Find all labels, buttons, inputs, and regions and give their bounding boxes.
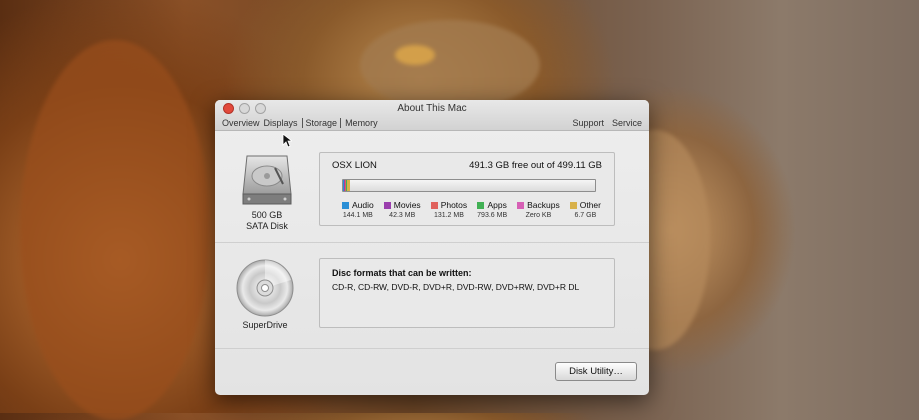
- wallpaper-shape: [395, 45, 435, 65]
- disc-formats-title: Disc formats that can be written:: [332, 268, 472, 278]
- legend-swatch: [383, 201, 391, 209]
- legend-label: Apps: [487, 200, 507, 210]
- legend-item-other: Other 6.7 GB: [569, 200, 601, 219]
- legend-swatch: [517, 201, 525, 209]
- legend-size: 144.1 MB: [342, 212, 373, 219]
- legend-swatch: [477, 201, 485, 209]
- volume-name: OSX LION: [332, 160, 377, 171]
- legend-size: 6.7 GB: [574, 212, 597, 219]
- legend-label: Audio: [352, 200, 374, 210]
- legend-size: Zero KB: [525, 212, 552, 219]
- volume-panel: OSX LION 491.3 GB free out of 499.11 GB …: [319, 152, 615, 226]
- legend-item-apps: Apps 793.6 MB: [477, 200, 507, 219]
- hard-drive-label: 500 GB SATA Disk: [227, 210, 307, 232]
- storage-usage-bar: [342, 179, 596, 192]
- legend-item-photos: Photos 131.2 MB: [430, 200, 468, 219]
- legend-size: 131.2 MB: [433, 212, 464, 219]
- legend-swatch: [430, 201, 438, 209]
- service-link[interactable]: Service: [612, 118, 642, 128]
- legend-label: Backups: [527, 200, 560, 210]
- hard-drive-type: SATA Disk: [246, 221, 288, 231]
- window-title: About This Mac: [397, 103, 467, 114]
- tab-overview[interactable]: Overview: [222, 118, 264, 128]
- divider: [215, 242, 649, 243]
- disk-utility-button[interactable]: Disk Utility…: [555, 362, 637, 381]
- support-link[interactable]: Support: [572, 118, 604, 128]
- storage-usage-fill: [343, 180, 595, 191]
- legend-item-backups: Backups Zero KB: [517, 200, 560, 219]
- superdrive-label: SuperDrive: [242, 320, 288, 330]
- legend-label: Other: [579, 200, 601, 210]
- volume-free-space: 491.3 GB free out of 499.11 GB: [469, 160, 602, 171]
- hard-drive-size: 500 GB: [251, 210, 283, 220]
- legend-item-audio: Audio 144.1 MB: [342, 200, 374, 219]
- mouse-pointer-icon: [282, 133, 294, 153]
- legend-size: 793.6 MB: [477, 212, 508, 219]
- legend-swatch: [569, 201, 577, 209]
- window-titlebar: About This Mac Overview Displays Storage…: [215, 100, 649, 131]
- disc-formats-panel: Disc formats that can be written: CD-R, …: [319, 258, 615, 328]
- wallpaper-shape: [360, 20, 540, 110]
- divider: [215, 348, 649, 349]
- disc-formats-list: CD-R, CD-RW, DVD-R, DVD+R, DVD-RW, DVD+R…: [332, 282, 580, 292]
- tab-displays[interactable]: Displays: [264, 118, 302, 128]
- storage-legend: Audio 144.1 MB Movies 42.3 MB Photos 131.2 MB…: [342, 200, 601, 219]
- legend-item-movies: Movies 42.3 MB: [383, 200, 421, 219]
- disc-icon: [235, 258, 295, 323]
- legend-label: Photos: [440, 200, 468, 210]
- tab-memory[interactable]: Memory: [345, 118, 382, 128]
- about-this-mac-window: About This Mac Overview Displays Storage…: [215, 100, 649, 395]
- hard-drive-icon: [239, 150, 295, 213]
- wallpaper-shape: [20, 40, 210, 420]
- help-links: Support Service: [572, 118, 642, 128]
- legend-size: 42.3 MB: [389, 212, 416, 219]
- legend-label: Movies: [393, 200, 421, 210]
- usage-segment-other: [347, 180, 351, 191]
- tab-bar: Overview Displays Storage Memory: [222, 118, 382, 128]
- legend-swatch: [342, 201, 349, 209]
- tab-storage[interactable]: Storage: [301, 118, 342, 128]
